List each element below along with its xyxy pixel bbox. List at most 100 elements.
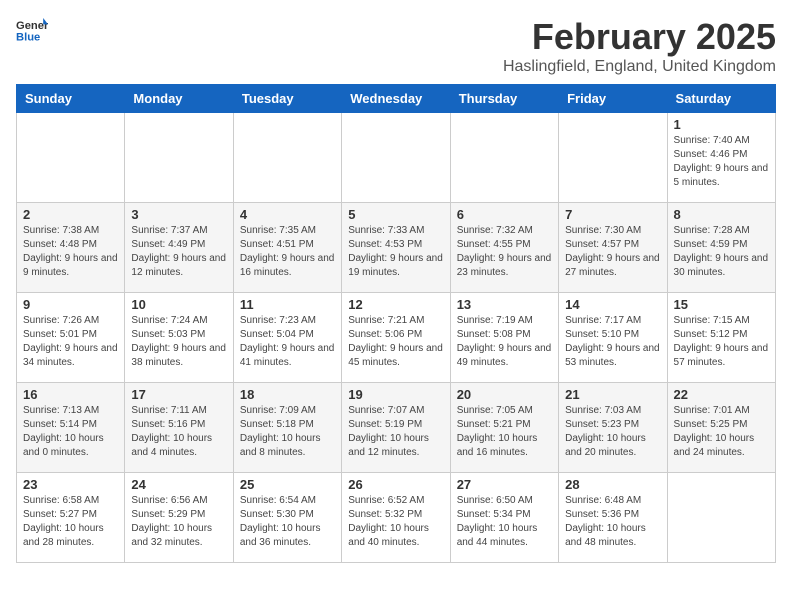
calendar-week-row: 23Sunrise: 6:58 AMSunset: 5:27 PMDayligh… xyxy=(17,473,776,563)
day-number: 10 xyxy=(131,297,226,312)
day-info: Sunrise: 7:24 AMSunset: 5:03 PMDaylight:… xyxy=(131,314,226,370)
calendar-week-row: 16 Sunrise: 7:13 AMSunset: 5:14 PMDayligh… xyxy=(17,383,776,473)
table-row: 19Sunrise: 7:07 AMSunset: 5:19 PMDayligh… xyxy=(342,383,450,473)
day-info: Sunrise: 7:38 AMSunset: 4:48 PMDaylight:… xyxy=(23,224,118,280)
calendar-week-row: 2 Sunrise: 7:38 AMSunset: 4:48 PMDaylight… xyxy=(17,203,776,293)
table-row: 24 Sunrise: 6:56 AMSunset: 5:29 PMDayligh… xyxy=(125,473,233,563)
day-info: Sunrise: 7:33 AMSunset: 4:53 PMDaylight:… xyxy=(348,224,443,280)
header-sunday: Sunday xyxy=(17,85,125,113)
logo-icon: General Blue xyxy=(16,16,48,44)
table-row: 28 Sunrise: 6:48 AMSunset: 5:36 PMDayligh… xyxy=(559,473,667,563)
table-row xyxy=(17,113,125,203)
day-number: 16 xyxy=(23,387,118,402)
table-row: 11 Sunrise: 7:23 AMSunset: 5:04 PMDayligh… xyxy=(233,293,341,383)
day-info: Sunrise: 6:48 AMSunset: 5:36 PMDaylight:… xyxy=(565,494,660,550)
day-info: Sunrise: 7:13 AMSunset: 5:14 PMDaylight:… xyxy=(23,404,118,460)
day-number: 8 xyxy=(674,207,769,222)
day-number: 23 xyxy=(23,477,118,492)
day-info: Sunrise: 7:26 AMSunset: 5:01 PMDaylight:… xyxy=(23,314,118,370)
logo: General Blue xyxy=(16,16,48,44)
day-info: Sunrise: 7:07 AMSunset: 5:19 PMDaylight:… xyxy=(348,404,443,460)
day-info: Sunrise: 7:03 AMSunset: 5:23 PMDaylight:… xyxy=(565,404,660,460)
day-number: 24 xyxy=(131,477,226,492)
table-row xyxy=(450,113,558,203)
table-row: 17 Sunrise: 7:11 AMSunset: 5:16 PMDayligh… xyxy=(125,383,233,473)
table-row: 7Sunrise: 7:30 AMSunset: 4:57 PMDaylight… xyxy=(559,203,667,293)
day-number: 11 xyxy=(240,297,335,312)
day-info: Sunrise: 7:21 AMSunset: 5:06 PMDaylight:… xyxy=(348,314,443,370)
table-row: 5 Sunrise: 7:33 AMSunset: 4:53 PMDaylight… xyxy=(342,203,450,293)
svg-text:Blue: Blue xyxy=(16,31,40,43)
table-row xyxy=(125,113,233,203)
day-number: 25 xyxy=(240,477,335,492)
day-number: 20 xyxy=(457,387,552,402)
table-row: 1 Sunrise: 7:40 AMSunset: 4:46 PMDaylight… xyxy=(667,113,775,203)
table-row xyxy=(233,113,341,203)
table-row: 27 Sunrise: 6:50 AMSunset: 5:34 PMDayligh… xyxy=(450,473,558,563)
table-row xyxy=(342,113,450,203)
day-number: 22 xyxy=(674,387,769,402)
day-number: 5 xyxy=(348,207,443,222)
day-number: 21 xyxy=(565,387,660,402)
day-number: 17 xyxy=(131,387,226,402)
day-info: Sunrise: 6:50 AMSunset: 5:34 PMDaylight:… xyxy=(457,494,552,550)
day-info: Sunrise: 6:52 AMSunset: 5:32 PMDaylight:… xyxy=(348,494,443,550)
day-number: 3 xyxy=(131,207,226,222)
header-friday: Friday xyxy=(559,85,667,113)
table-row: 8 Sunrise: 7:28 AMSunset: 4:59 PMDaylight… xyxy=(667,203,775,293)
header-saturday: Saturday xyxy=(667,85,775,113)
day-number: 9 xyxy=(23,297,118,312)
table-row: 23Sunrise: 6:58 AMSunset: 5:27 PMDayligh… xyxy=(17,473,125,563)
day-info: Sunrise: 7:05 AMSunset: 5:21 PMDaylight:… xyxy=(457,404,552,460)
table-row xyxy=(667,473,775,563)
day-info: Sunrise: 7:11 AMSunset: 5:16 PMDaylight:… xyxy=(131,404,226,460)
table-row: 14Sunrise: 7:17 AMSunset: 5:10 PMDayligh… xyxy=(559,293,667,383)
day-info: Sunrise: 7:35 AMSunset: 4:51 PMDaylight:… xyxy=(240,224,335,280)
day-info: Sunrise: 6:56 AMSunset: 5:29 PMDaylight:… xyxy=(131,494,226,550)
day-number: 26 xyxy=(348,477,443,492)
day-number: 7 xyxy=(565,207,660,222)
table-row: 6Sunrise: 7:32 AMSunset: 4:55 PMDaylight… xyxy=(450,203,558,293)
day-info: Sunrise: 7:09 AMSunset: 5:18 PMDaylight:… xyxy=(240,404,335,460)
calendar-subtitle: Haslingfield, England, United Kingdom xyxy=(503,58,776,76)
day-info: Sunrise: 7:01 AMSunset: 5:25 PMDaylight:… xyxy=(674,404,769,460)
header-thursday: Thursday xyxy=(450,85,558,113)
day-number: 2 xyxy=(23,207,118,222)
table-row: 20 Sunrise: 7:05 AMSunset: 5:21 PMDayligh… xyxy=(450,383,558,473)
header-wednesday: Wednesday xyxy=(342,85,450,113)
calendar-week-row: 1 Sunrise: 7:40 AMSunset: 4:46 PMDaylight… xyxy=(17,113,776,203)
day-number: 18 xyxy=(240,387,335,402)
day-info: Sunrise: 7:23 AMSunset: 5:04 PMDaylight:… xyxy=(240,314,335,370)
day-number: 12 xyxy=(348,297,443,312)
table-row: 13 Sunrise: 7:19 AMSunset: 5:08 PMDayligh… xyxy=(450,293,558,383)
day-number: 13 xyxy=(457,297,552,312)
day-info: Sunrise: 7:28 AMSunset: 4:59 PMDaylight:… xyxy=(674,224,769,280)
table-row: 10 Sunrise: 7:24 AMSunset: 5:03 PMDayligh… xyxy=(125,293,233,383)
day-number: 1 xyxy=(674,117,769,132)
table-row: 25 Sunrise: 6:54 AMSunset: 5:30 PMDayligh… xyxy=(233,473,341,563)
table-row: 15 Sunrise: 7:15 AMSunset: 5:12 PMDayligh… xyxy=(667,293,775,383)
header-monday: Monday xyxy=(125,85,233,113)
day-number: 14 xyxy=(565,297,660,312)
day-number: 15 xyxy=(674,297,769,312)
day-info: Sunrise: 7:19 AMSunset: 5:08 PMDaylight:… xyxy=(457,314,552,370)
day-info: Sunrise: 7:15 AMSunset: 5:12 PMDaylight:… xyxy=(674,314,769,370)
table-row: 3Sunrise: 7:37 AMSunset: 4:49 PMDaylight… xyxy=(125,203,233,293)
day-number: 6 xyxy=(457,207,552,222)
table-row: 22 Sunrise: 7:01 AMSunset: 5:25 PMDayligh… xyxy=(667,383,775,473)
calendar-week-row: 9 Sunrise: 7:26 AMSunset: 5:01 PMDaylight… xyxy=(17,293,776,383)
table-row: 12 Sunrise: 7:21 AMSunset: 5:06 PMDayligh… xyxy=(342,293,450,383)
weekday-header-row: Sunday Monday Tuesday Wednesday Thursday… xyxy=(17,85,776,113)
table-row: 26 Sunrise: 6:52 AMSunset: 5:32 PMDayligh… xyxy=(342,473,450,563)
day-info: Sunrise: 7:40 AMSunset: 4:46 PMDaylight:… xyxy=(674,134,769,190)
calendar-title: February 2025 xyxy=(503,16,776,58)
header: General Blue February 2025 Haslingfield,… xyxy=(16,16,776,76)
table-row: 2 Sunrise: 7:38 AMSunset: 4:48 PMDaylight… xyxy=(17,203,125,293)
header-tuesday: Tuesday xyxy=(233,85,341,113)
table-row: 18 Sunrise: 7:09 AMSunset: 5:18 PMDayligh… xyxy=(233,383,341,473)
title-area: February 2025 Haslingfield, England, Uni… xyxy=(503,16,776,76)
day-number: 28 xyxy=(565,477,660,492)
day-number: 27 xyxy=(457,477,552,492)
table-row: 4Sunrise: 7:35 AMSunset: 4:51 PMDaylight… xyxy=(233,203,341,293)
day-info: Sunrise: 6:54 AMSunset: 5:30 PMDaylight:… xyxy=(240,494,335,550)
